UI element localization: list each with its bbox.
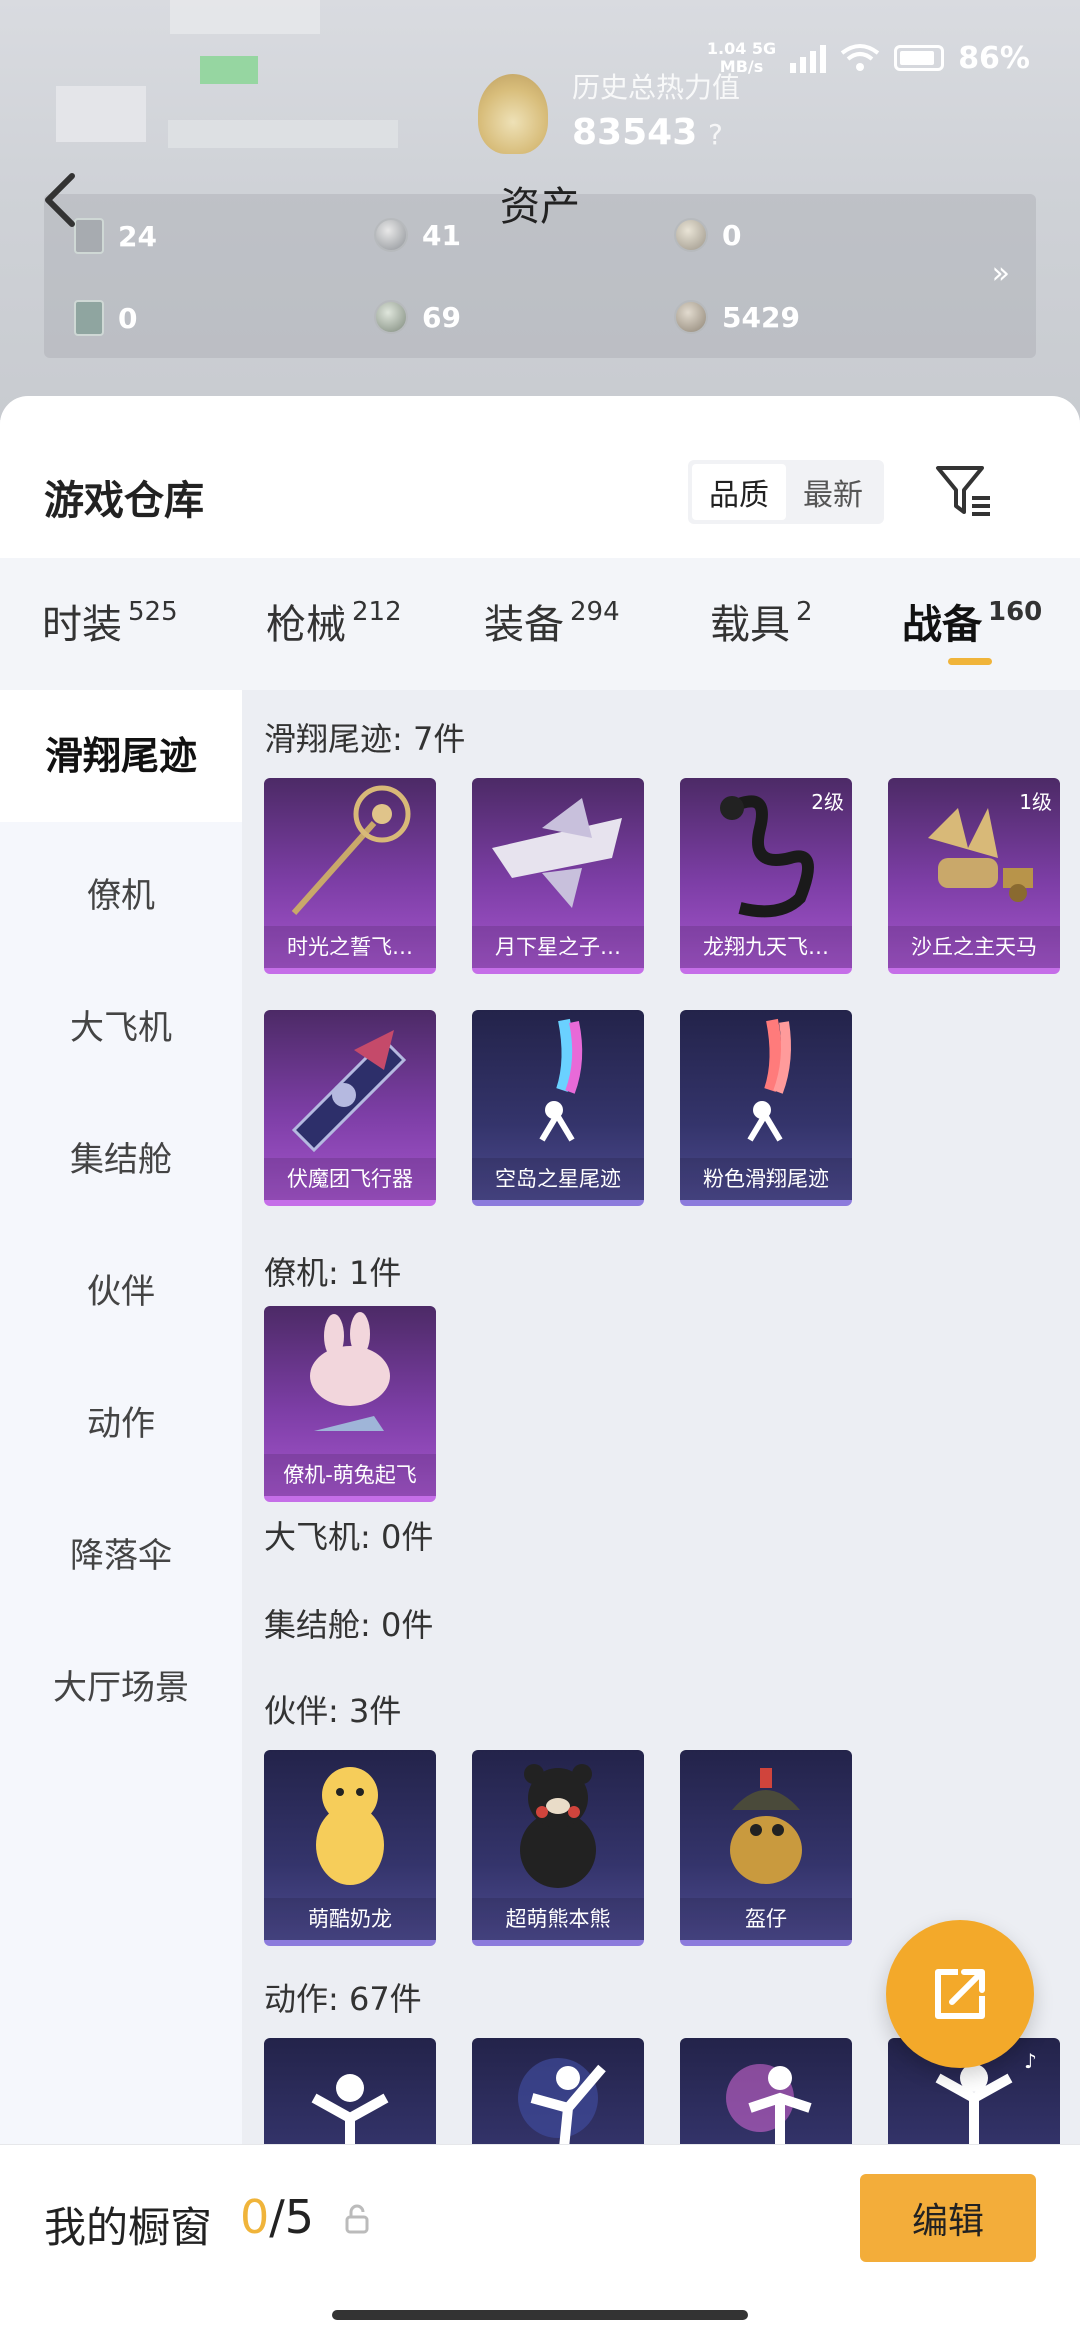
tab-battle-gear[interactable]: 战备 160 (902, 592, 1042, 650)
heat-flame-icon (478, 74, 548, 154)
item-card[interactable]: 月下星之子… (472, 778, 644, 974)
section-title-partner: 伙伴: 3件 (264, 1692, 402, 1730)
pink-trail-icon (747, 1018, 791, 1142)
asset-coin: 69 (374, 300, 461, 334)
wifi-icon (840, 44, 880, 71)
item-card[interactable] (472, 2038, 644, 2144)
blurred-region (200, 56, 258, 84)
item-card[interactable] (680, 2038, 852, 2144)
section-title-emote: 动作: 67件 (264, 1980, 422, 2018)
blurred-username (168, 120, 398, 148)
section-title-wingman: 僚机: 1件 (264, 1254, 402, 1292)
level-badge: 1级 (1019, 790, 1052, 814)
bear-icon (520, 1764, 596, 1888)
section-title-capsule: 集结舱: 0件 (264, 1606, 434, 1644)
sidebar-item-emote[interactable]: 动作 (0, 1396, 242, 1445)
external-link-icon (935, 1969, 985, 2019)
item-card[interactable]: 时光之誓飞… (264, 778, 436, 974)
battery-icon (894, 45, 945, 71)
asset-bronze: 5429 (674, 300, 800, 334)
sidebar-item-big-plane[interactable]: 大飞机 (0, 1000, 242, 1049)
tab-vehicles[interactable]: 载具 2 (710, 592, 813, 650)
item-card[interactable] (264, 2038, 436, 2144)
warehouse-title: 游戏仓库 (44, 478, 204, 524)
scepter-icon (291, 785, 411, 915)
page-title: 资产 (500, 184, 580, 230)
rainbow-trail-icon (539, 1018, 583, 1142)
showcase-count: 0/5 (240, 2190, 315, 2244)
section-title-big-plane: 大飞机: 0件 (264, 1518, 434, 1556)
history-heat-value: 83543 (572, 112, 698, 153)
sort-newest[interactable]: 最新 (786, 464, 880, 520)
active-tab-indicator (948, 658, 992, 665)
share-button[interactable] (886, 1920, 1034, 2068)
item-card[interactable]: 粉色滑翔尾迹 (680, 1010, 852, 1206)
sidebar: 滑翔尾迹 僚机 大飞机 集结舱 伙伴 动作 降落伞 大厅场景 (0, 690, 242, 2144)
sidebar-item-capsule[interactable]: 集结舱 (0, 1132, 242, 1181)
item-card[interactable]: 萌酷奶龙 (264, 1750, 436, 1946)
blurred-avatar (56, 86, 146, 142)
sidebar-item-wingman[interactable]: 僚机 (0, 868, 242, 917)
item-card[interactable]: 2级 龙翔九天飞… (680, 778, 852, 974)
lock-icon (345, 2204, 369, 2234)
item-card[interactable]: 超萌熊本熊 (472, 1750, 644, 1946)
battery-level: 86% (958, 40, 1030, 76)
item-card[interactable]: 僚机-萌兔起飞 (264, 1306, 436, 1502)
rabbit-icon (310, 1312, 390, 1431)
sidebar-item-partner[interactable]: 伙伴 (0, 1264, 242, 1313)
sort-quality[interactable]: 品质 (692, 464, 786, 520)
section-title-glide: 滑翔尾迹: 7件 (264, 720, 466, 758)
aircraft-icon (291, 1030, 407, 1153)
asset-more-icon[interactable]: » (992, 256, 1010, 291)
sidebar-item-lobby-scene[interactable]: 大厅场景 (0, 1660, 242, 1709)
status-bar: 1.04 5G MB/s 86% (707, 40, 1030, 76)
showcase-title: 我的橱窗 (44, 2203, 213, 2252)
blurred-region (170, 0, 320, 34)
yellow-dragon-icon (316, 1767, 384, 1885)
item-card[interactable]: 伏魔团飞行器 (264, 1010, 436, 1206)
plane-icon (492, 798, 622, 908)
tab-guns[interactable]: 枪械 212 (266, 592, 402, 650)
item-card[interactable]: 1级 沙丘之主天马 (888, 778, 1060, 974)
coin-icon (374, 300, 408, 334)
edit-button[interactable]: 编辑 (860, 2174, 1036, 2262)
history-heat-label: 历史总热力值 (572, 71, 741, 104)
home-indicator[interactable] (332, 2310, 748, 2320)
green-card-icon (74, 300, 104, 336)
sidebar-item-glide-trail[interactable]: 滑翔尾迹 (0, 690, 242, 822)
dance-pose-icon (518, 2058, 606, 2144)
level-badge: 2级 (811, 790, 844, 814)
svg-text:♪: ♪ (1024, 2049, 1037, 2073)
dance-pose-icon (726, 2064, 812, 2144)
helmet-chick-icon (730, 1768, 802, 1884)
tab-fashion[interactable]: 时装 525 (42, 592, 178, 650)
item-card[interactable]: 盔仔 (680, 1750, 852, 1946)
dance-pose-icon (311, 2074, 389, 2144)
asset-card: 0 (74, 300, 137, 336)
help-icon[interactable]: ? (708, 118, 723, 151)
tab-equipment[interactable]: 装备 294 (484, 592, 620, 650)
filter-icon[interactable] (934, 462, 994, 522)
bronze-coin-icon (674, 300, 708, 334)
sidebar-item-parachute[interactable]: 降落伞 (0, 1528, 242, 1577)
signal-icon (790, 43, 827, 73)
item-card[interactable]: 空岛之星尾迹 (472, 1010, 644, 1206)
sort-toggle: 品质 最新 (688, 460, 884, 524)
